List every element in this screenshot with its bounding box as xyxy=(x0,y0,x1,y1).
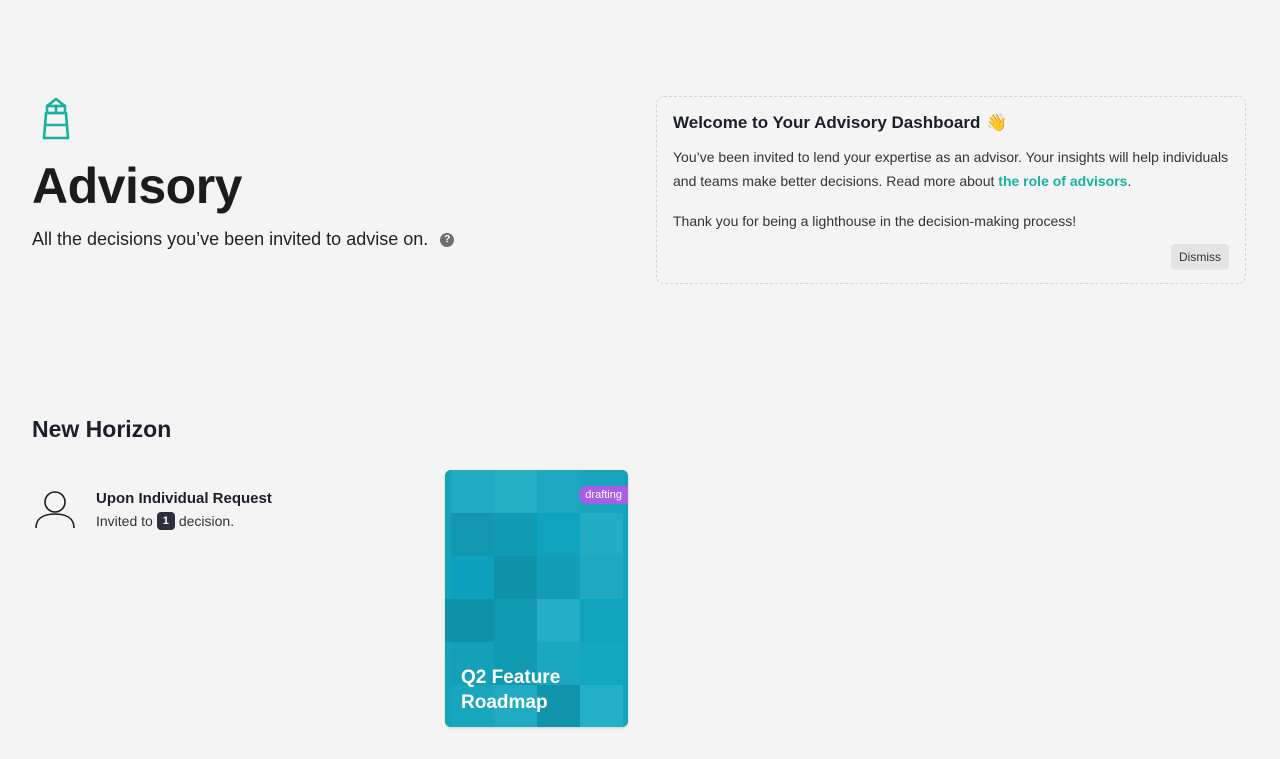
lighthouse-icon xyxy=(42,97,70,140)
welcome-body: You’ve been invited to lend your experti… xyxy=(673,145,1229,193)
advisory-page: Advisory All the decisions you’ve been i… xyxy=(0,0,1280,759)
welcome-title: Welcome to Your Advisory Dashboard 👋 xyxy=(673,113,1229,133)
role-of-advisors-link[interactable]: the role of advisors xyxy=(998,173,1127,189)
status-badge: drafting xyxy=(579,486,628,504)
decision-count-badge: 1 xyxy=(156,512,175,530)
waving-hand-icon: 👋 xyxy=(986,113,1008,132)
subtitle-text: All the decisions you’ve been invited to… xyxy=(32,229,429,249)
welcome-body-text: You’ve been invited to lend your experti… xyxy=(673,149,1229,189)
dismiss-button[interactable]: Dismiss xyxy=(1171,244,1229,270)
page-title: Advisory xyxy=(32,158,242,214)
invited-suffix: decision. xyxy=(178,513,235,529)
user-icon xyxy=(35,491,75,529)
section-title: New Horizon xyxy=(32,416,172,442)
welcome-title-text: Welcome to Your Advisory Dashboard xyxy=(673,113,981,132)
help-icon[interactable]: ? xyxy=(440,232,455,247)
page-subtitle: All the decisions you’ve been invited to… xyxy=(32,229,455,250)
advisor-item: Upon Individual Request Invited to 1 dec… xyxy=(32,488,272,532)
decision-card[interactable]: drafting Q2 Feature Roadmap xyxy=(445,470,628,727)
advisor-name: Upon Individual Request xyxy=(96,490,272,507)
advisor-info: Upon Individual Request Invited to 1 dec… xyxy=(96,488,272,530)
decision-title: Q2 Feature Roadmap xyxy=(461,667,561,713)
advisor-meta: Invited to 1 decision. xyxy=(96,512,272,530)
welcome-thanks: Thank you for being a lighthouse in the … xyxy=(673,213,1077,229)
welcome-card: Welcome to Your Advisory Dashboard 👋 You… xyxy=(656,96,1246,284)
welcome-body-suffix: . xyxy=(1127,173,1132,189)
invited-prefix: Invited to xyxy=(96,513,153,529)
